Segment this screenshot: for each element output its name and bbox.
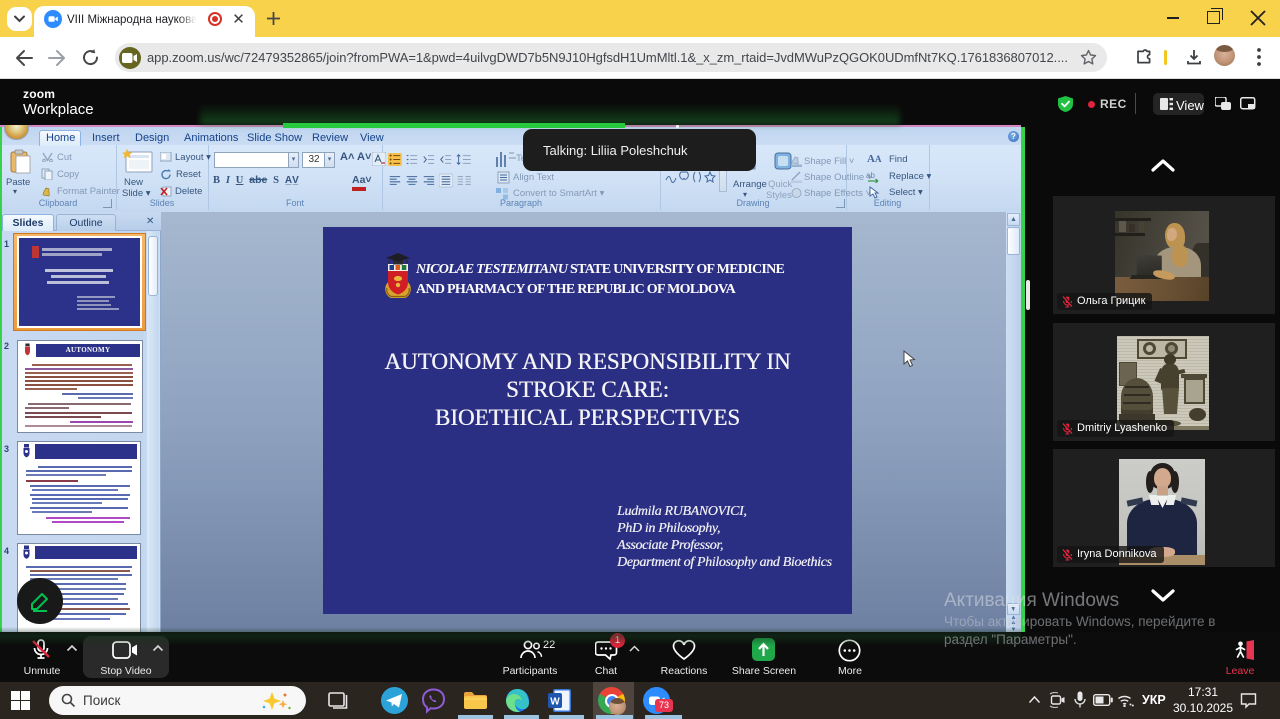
svg-text:W: W: [550, 697, 560, 708]
svg-text:ab: ab: [866, 171, 875, 180]
